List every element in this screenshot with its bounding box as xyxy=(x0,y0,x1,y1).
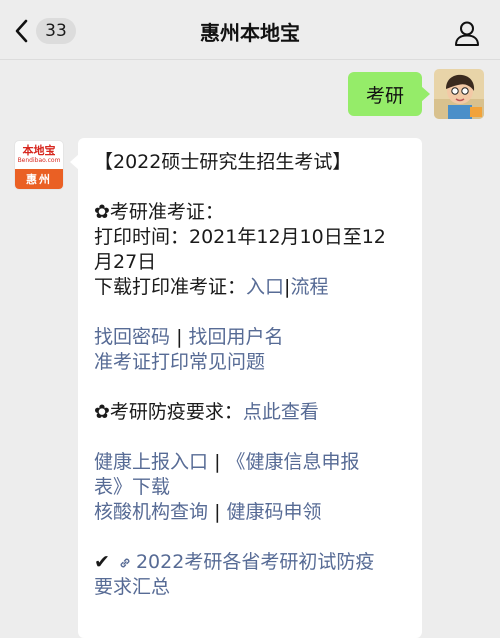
official-account-avatar[interactable]: 本地宝 Bendibao.com 惠州 xyxy=(14,140,64,190)
retrieve-username-link[interactable]: 找回用户名 xyxy=(189,326,284,348)
message-heading: 【2022硕士研究生招生考试】 xyxy=(94,151,352,173)
summary-link-cont[interactable]: 要求汇总 xyxy=(94,576,170,598)
nucleic-query-link[interactable]: 核酸机构查询 xyxy=(94,501,208,523)
separator: | xyxy=(214,451,221,473)
separator: | xyxy=(176,326,183,348)
health-form-link[interactable]: 《健康信息申报 xyxy=(227,451,360,473)
health-report-link[interactable]: 健康上报入口 xyxy=(94,451,208,473)
city-label: 惠州 xyxy=(15,169,63,189)
separator: | xyxy=(214,501,221,523)
print-time-line-1: 打印时间：2021年12月10日至12 xyxy=(94,226,386,248)
admission-ticket-title: ✿考研准考证： xyxy=(94,201,224,223)
outgoing-message-bubble[interactable]: 考研 xyxy=(348,72,430,116)
retrieve-line: 找回密码 | 找回用户名 xyxy=(94,325,410,350)
download-line: 下载打印准考证：入口|流程 xyxy=(94,275,410,300)
person-icon xyxy=(455,21,479,46)
summary-line: ✔ 2022考研各省考研初试防疫 xyxy=(94,550,410,575)
entry-link[interactable]: 入口 xyxy=(246,276,284,298)
retrieve-password-link[interactable]: 找回密码 xyxy=(94,326,170,348)
health-code-link[interactable]: 健康码申领 xyxy=(227,501,322,523)
epidemic-title: ✿考研防疫要求： xyxy=(94,401,243,423)
outgoing-message-text: 考研 xyxy=(365,84,404,107)
download-label: 下载打印准考证： xyxy=(94,276,247,298)
user-avatar[interactable] xyxy=(434,69,484,119)
nucleic-line: 核酸机构查询 | 健康码申领 xyxy=(94,500,410,525)
print-time-line-2: 月27日 xyxy=(94,251,157,273)
chat-title: 惠州本地宝 xyxy=(200,21,300,45)
link-icon xyxy=(120,558,130,568)
health-line: 健康上报入口 | 《健康信息申报 xyxy=(94,450,410,475)
faq-link[interactable]: 准考证打印常见问题 xyxy=(94,351,265,373)
flow-link[interactable]: 流程 xyxy=(290,276,328,298)
health-form-link-cont[interactable]: 表》下载 xyxy=(94,476,170,498)
top-bar: 33 惠州本地宝 xyxy=(0,0,500,60)
user-avatar-image xyxy=(434,69,484,119)
bendibao-logo: 本地宝 Bendibao.com xyxy=(17,144,61,165)
incoming-message-bubble: 【2022硕士研究生招生考试】 ✿考研准考证： 打印时间：2021年12月10日… xyxy=(70,138,422,638)
check-mark-icon: ✔ xyxy=(94,551,110,573)
epidemic-line: ✿考研防疫要求：点此查看 xyxy=(94,400,410,425)
summary-link[interactable]: 2022考研各省考研初试防疫 xyxy=(136,551,374,573)
profile-button[interactable] xyxy=(454,20,480,46)
click-view-link[interactable]: 点此查看 xyxy=(243,401,319,423)
